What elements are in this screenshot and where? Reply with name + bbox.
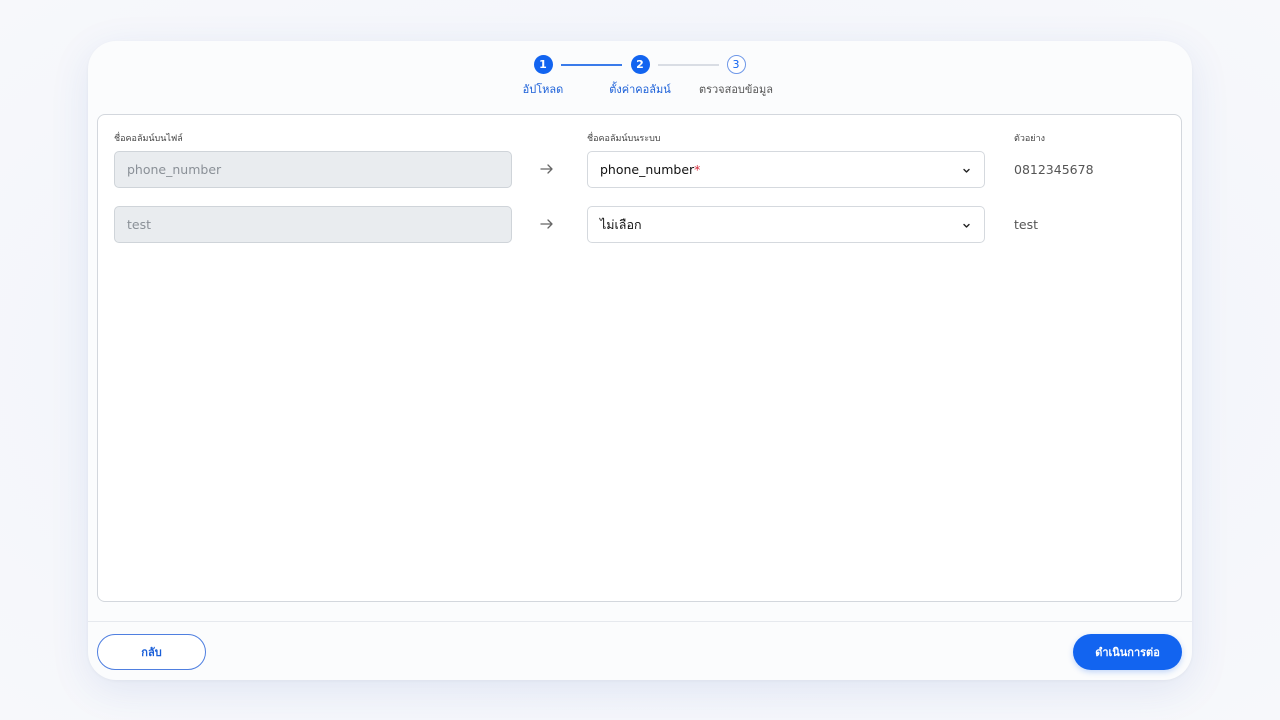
required-mark: * — [694, 162, 701, 177]
step-number: 1 — [533, 55, 553, 74]
header-sample: ตัวอย่าง — [1014, 134, 1046, 144]
select-value: ไม่เลือก — [600, 216, 642, 232]
continue-button[interactable]: ดำเนินการต่อ — [1073, 634, 1182, 670]
back-button[interactable]: กลับ — [97, 634, 206, 670]
file-column-field: test — [114, 206, 512, 243]
system-column-select[interactable]: phone_number * — [587, 151, 985, 188]
step-upload: 1 อัปโหลด — [498, 55, 588, 98]
chevron-down-icon — [963, 223, 970, 228]
import-mapping-dialog: 1 อัปโหลด 2 ตั้งค่าคอลัมน์ 3 ตรวจสอบข้อม… — [88, 41, 1192, 680]
step-label: ตรวจสอบข้อมูล — [698, 83, 774, 96]
arrow-right-icon — [540, 219, 553, 229]
mapping-row: test ไม่เลือก test — [98, 206, 1181, 244]
step-number: 3 — [726, 55, 746, 74]
file-column-field: phone_number — [114, 151, 512, 188]
header-system-column: ชื่อคอลัมน์บนระบบ — [587, 134, 661, 144]
footer-divider — [88, 621, 1192, 622]
header-file-column: ชื่อคอลัมน์บนไฟล์ — [114, 134, 183, 144]
step-label: อัปโหลด — [522, 83, 564, 96]
mapping-row: phone_number phone_number * 0812345678 — [98, 151, 1181, 189]
step-number: 2 — [630, 55, 650, 74]
step-review-data: 3 ตรวจสอบข้อมูล — [691, 55, 781, 98]
sample-value: test — [1014, 217, 1039, 232]
select-value: phone_number — [600, 162, 695, 177]
progress-stepper: 1 อัปโหลด 2 ตั้งค่าคอลัมน์ 3 ตรวจสอบข้อม… — [88, 55, 1192, 115]
step-label: ตั้งค่าคอลัมน์ — [609, 83, 671, 96]
system-column-select[interactable]: ไม่เลือก — [587, 206, 985, 243]
column-mapping-panel: ชื่อคอลัมน์บนไฟล์ ชื่อคอลัมน์บนระบบ ตัวอ… — [97, 114, 1182, 602]
step-column-settings: 2 ตั้งค่าคอลัมน์ — [595, 55, 685, 98]
sample-value: 0812345678 — [1014, 162, 1094, 177]
arrow-right-icon — [540, 164, 553, 174]
chevron-down-icon — [963, 168, 970, 173]
